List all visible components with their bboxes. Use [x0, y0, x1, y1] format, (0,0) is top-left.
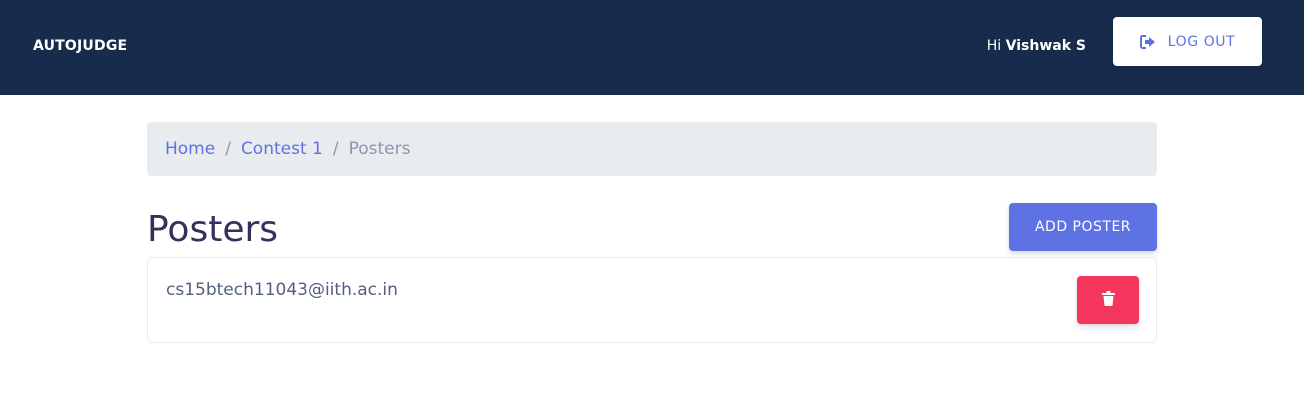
delete-poster-button[interactable]: [1077, 276, 1139, 324]
logout-label: LOG OUT: [1167, 33, 1236, 50]
breadcrumb-separator: /: [332, 139, 339, 159]
breadcrumb-contest-link[interactable]: Contest 1: [241, 139, 323, 159]
navbar: AUTOJUDGE Hi Vishwak S LOG OUT: [0, 0, 1304, 95]
poster-email: cs15btech11043@iith.ac.in: [166, 280, 398, 300]
poster-list: cs15btech11043@iith.ac.in: [147, 257, 1157, 343]
trash-icon: [1101, 290, 1115, 310]
breadcrumb: Home / Contest 1 / Posters: [147, 122, 1157, 176]
breadcrumb-separator: /: [225, 139, 231, 159]
breadcrumb-current: Posters: [348, 139, 411, 159]
logout-button[interactable]: LOG OUT: [1113, 17, 1262, 66]
page-title: Posters: [147, 209, 279, 250]
brand-logo[interactable]: AUTOJUDGE: [33, 38, 127, 54]
breadcrumb-home-link[interactable]: Home: [165, 139, 215, 159]
sign-out-icon: [1139, 34, 1156, 49]
user-name: Vishwak S: [1005, 38, 1086, 54]
user-greeting: Hi Vishwak S: [987, 38, 1086, 54]
add-poster-button[interactable]: ADD POSTER: [1009, 203, 1157, 251]
greeting-prefix: Hi: [986, 38, 1006, 54]
